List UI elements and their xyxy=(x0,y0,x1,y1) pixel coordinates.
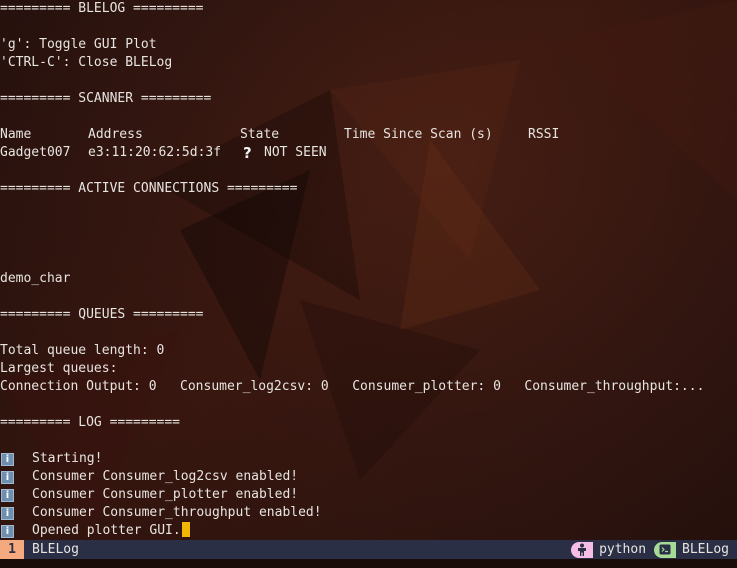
person-icon xyxy=(578,543,587,556)
device-name: Gadget007 xyxy=(0,145,71,160)
bottom-strip xyxy=(0,559,737,568)
process-pill xyxy=(571,541,594,558)
log-entry: i Consumer Consumer_log2csv enabled! xyxy=(0,468,737,486)
window-index[interactable]: 1 xyxy=(0,540,24,559)
help-close: 'CTRL-C': Close BLELog xyxy=(0,55,173,70)
help-toggle-gui: 'g': Toggle GUI Plot xyxy=(0,37,157,52)
log-message: Opened plotter GUI. xyxy=(32,523,181,538)
terminal-icon xyxy=(659,544,671,555)
log-message: Consumer Consumer_throughput enabled! xyxy=(32,505,322,520)
session-name: BLELog xyxy=(682,542,729,557)
scanner-column-headers: Name Address State Time Since Scan (s) R… xyxy=(0,126,737,144)
session-pill xyxy=(654,541,677,558)
terminal-cursor xyxy=(181,522,190,537)
column-time-since-scan: Time Since Scan (s) xyxy=(344,127,493,142)
device-address: e3:11:20:62:5d:3f xyxy=(88,145,222,160)
info-icon: i xyxy=(1,489,14,502)
column-address: Address xyxy=(88,127,143,142)
log-header: ========= LOG ========= xyxy=(0,415,181,430)
info-icon: i xyxy=(1,525,14,538)
current-process: python xyxy=(599,542,647,557)
status-right: python BLELog xyxy=(571,540,729,559)
characteristic-name: demo_char xyxy=(0,271,71,286)
log-entry: i Consumer Consumer_plotter enabled! xyxy=(0,486,737,504)
total-queue-length: Total queue length: 0 xyxy=(0,343,165,358)
info-icon: i xyxy=(1,471,14,484)
tmux-status-bar: 1 BLELog python BLELog xyxy=(0,540,737,559)
window-name[interactable]: BLELog xyxy=(32,540,79,559)
largest-queues-label: Largest queues: xyxy=(0,361,118,376)
queues-header: ========= QUEUES ========= xyxy=(0,307,204,322)
info-icon: i xyxy=(1,453,14,466)
log-message: Consumer Consumer_plotter enabled! xyxy=(32,487,299,502)
column-name: Name xyxy=(0,127,32,142)
column-rssi: RSSI xyxy=(528,127,560,142)
blelog-header: ========= BLELOG ========= xyxy=(0,1,204,16)
log-message: Consumer Consumer_log2csv enabled! xyxy=(32,469,299,484)
terminal-output[interactable]: ========= BLELOG ========= 'g': Toggle G… xyxy=(0,0,737,540)
log-entry: i Consumer Consumer_throughput enabled! xyxy=(0,504,737,522)
log-message: Starting! xyxy=(32,451,103,466)
device-state: NOT SEEN xyxy=(264,145,327,160)
log-entry: i Opened plotter GUI. xyxy=(0,522,737,540)
connections-header: ========= ACTIVE CONNECTIONS ========= xyxy=(0,181,298,196)
table-row: Gadget007 e3:11:20:62:5d:3f ? NOT SEEN xyxy=(0,144,737,162)
question-mark-icon: ? xyxy=(243,144,252,162)
log-entry: i Starting! xyxy=(0,450,737,468)
column-state: State xyxy=(240,127,280,142)
info-icon: i xyxy=(1,507,14,520)
queues-detail: Connection Output: 0 Consumer_log2csv: 0… xyxy=(0,379,705,394)
scanner-header: ========= SCANNER ========= xyxy=(0,91,212,106)
